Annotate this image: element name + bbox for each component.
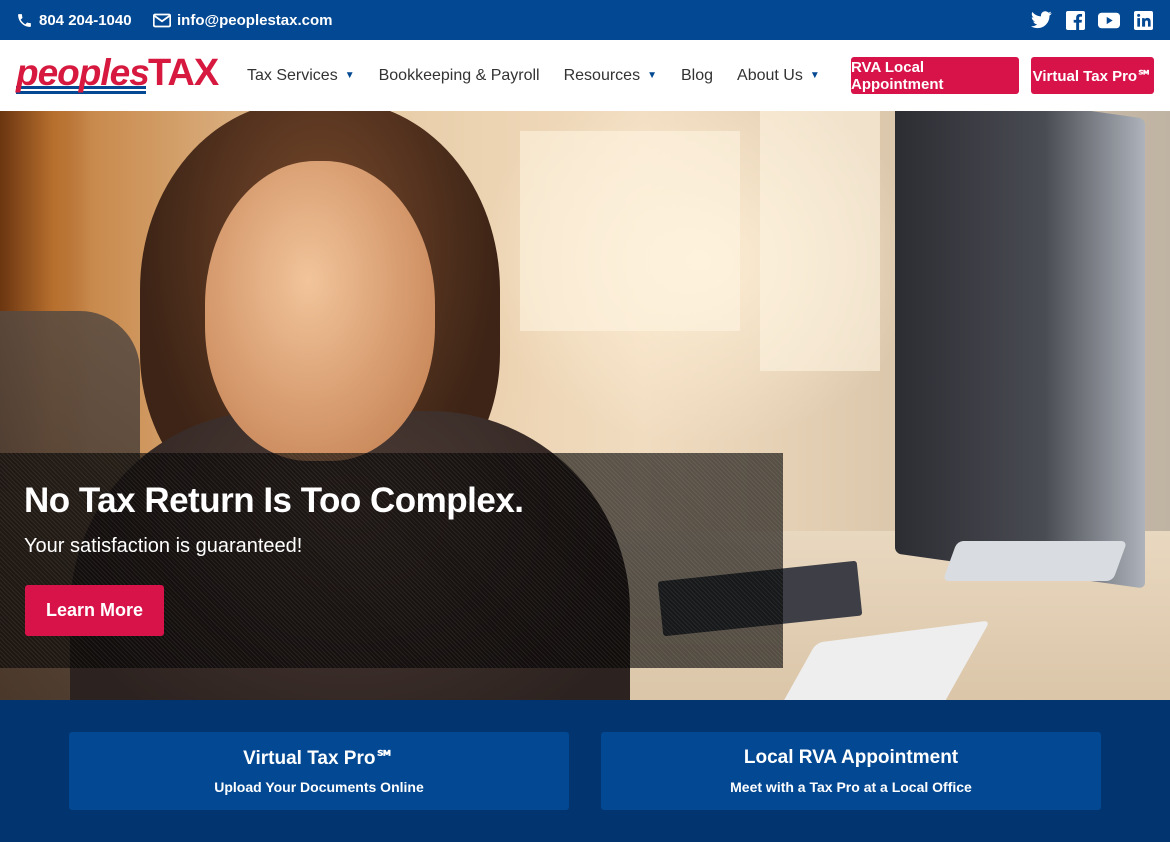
nav-label: Resources — [563, 66, 641, 84]
nav-item-tax-services[interactable]: Tax Services ▼ — [247, 67, 355, 85]
hero-banner: No Tax Return Is Too Complex. Your satis… — [0, 111, 1170, 700]
logo-word-tax: TAX — [148, 52, 219, 94]
virtual-tax-pro-card[interactable]: Virtual Tax Pro℠ Upload Your Documents O… — [69, 732, 569, 810]
facebook-icon[interactable] — [1064, 9, 1086, 31]
phone-icon — [18, 13, 31, 27]
top-bar: 804 204-1040 info@peoplestax.com — [0, 0, 1170, 40]
phone-number: 804 204-1040 — [39, 11, 132, 29]
caret-down-icon: ▼ — [809, 70, 820, 81]
hero-subtitle: Your satisfaction is guaranteed! — [24, 535, 303, 557]
local-rva-appointment-card[interactable]: Local RVA Appointment Meet with a Tax Pr… — [601, 732, 1101, 810]
caret-down-icon: ▼ — [344, 70, 355, 81]
site-header: peoples TAX Tax Services ▼ Bookkeeping &… — [0, 40, 1170, 111]
service-cards-section: Virtual Tax Pro℠ Upload Your Documents O… — [0, 700, 1170, 842]
nav-item-resources[interactable]: Resources ▼ — [564, 67, 657, 85]
nav-label: About Us — [737, 66, 803, 84]
learn-more-button[interactable]: Learn More — [25, 585, 164, 636]
email-link[interactable]: info@peoplestax.com — [153, 0, 333, 40]
social-links — [1030, 0, 1154, 40]
card-title: Virtual Tax Pro℠ — [243, 748, 395, 769]
caret-down-icon: ▼ — [647, 70, 657, 81]
card-description: Meet with a Tax Pro at a Local Office — [730, 779, 972, 795]
card-description: Upload Your Documents Online — [214, 779, 424, 795]
nav-item-blog[interactable]: Blog — [681, 67, 713, 85]
rva-appointment-button[interactable]: RVA Local Appointment — [851, 57, 1019, 94]
phone-link[interactable]: 804 204-1040 — [16, 0, 132, 40]
nav-item-about-us[interactable]: About Us ▼ — [737, 67, 820, 85]
nav-label: Blog — [680, 66, 714, 84]
hero-headline: No Tax Return Is Too Complex. — [24, 481, 524, 520]
email-address: info@peoplestax.com — [177, 11, 333, 29]
virtual-tax-pro-button[interactable]: Virtual Tax Pro℠ — [1031, 57, 1154, 94]
nav-item-bookkeeping-payroll[interactable]: Bookkeeping & Payroll — [379, 67, 540, 85]
peoplestax-logo[interactable]: peoples TAX — [16, 52, 219, 95]
linkedin-icon[interactable] — [1132, 9, 1154, 31]
youtube-icon[interactable] — [1098, 9, 1120, 31]
nav-label: Tax Services — [247, 66, 338, 84]
main-nav: Tax Services ▼ Bookkeeping & Payroll Res… — [247, 40, 844, 111]
envelope-icon — [153, 13, 171, 27]
card-title: Local RVA Appointment — [743, 747, 959, 768]
twitter-icon[interactable] — [1030, 9, 1052, 31]
nav-label: Bookkeeping & Payroll — [378, 66, 540, 84]
logo-word-peoples: peoples — [16, 52, 150, 93]
